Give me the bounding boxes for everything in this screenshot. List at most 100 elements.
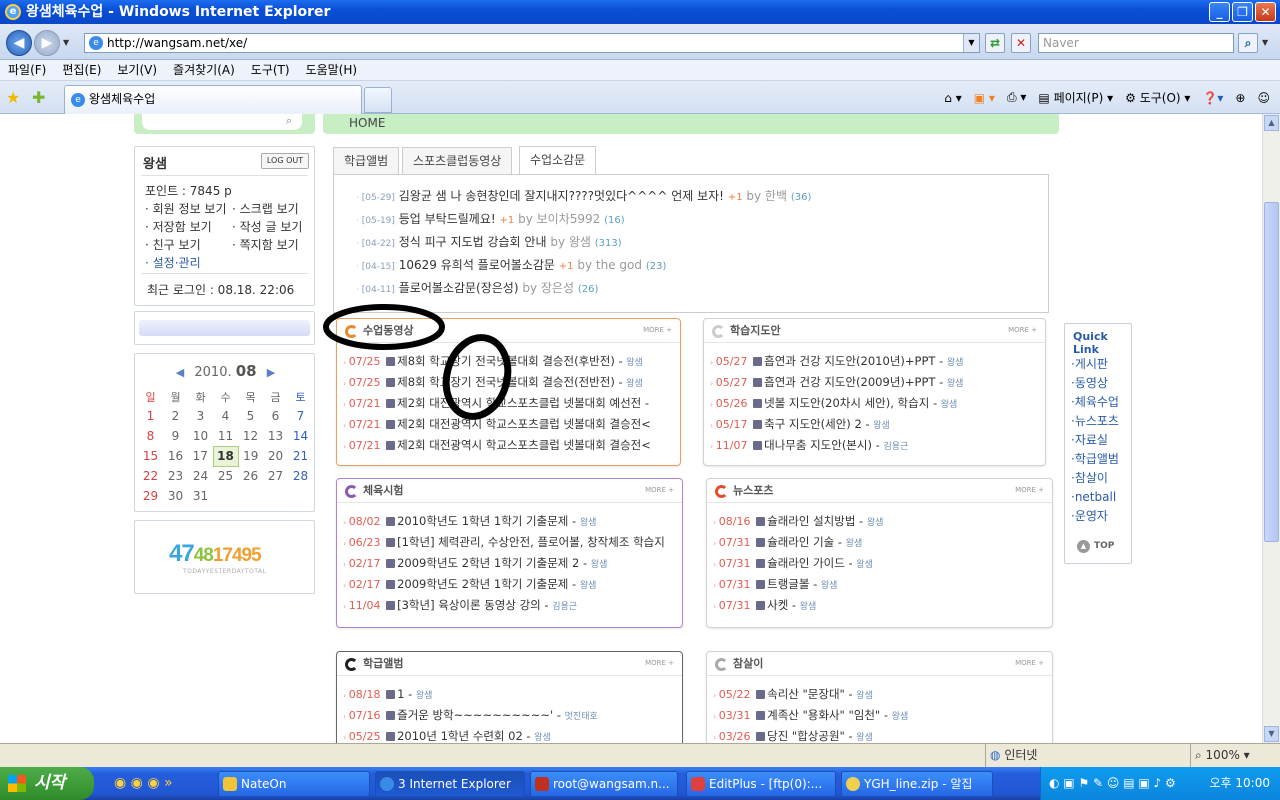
back-button[interactable]: ◀ (6, 30, 32, 56)
vertical-scrollbar[interactable]: ▲ ▼ (1262, 114, 1280, 743)
next-month-icon[interactable]: ▶ (267, 366, 275, 379)
taskbar-ie[interactable]: 3 Internet Explorer (375, 771, 525, 797)
search-options-icon[interactable]: ▼ (1262, 38, 1268, 47)
tab-class-album[interactable]: 학급앨범 (333, 147, 400, 175)
calendar-day[interactable]: 2 (163, 406, 188, 426)
panel-row[interactable]: › 08/16 슐래라인 설치방법 - 왕샘 (713, 511, 1046, 532)
row-title[interactable]: 슐래라인 설치방법 (767, 514, 855, 528)
panel-row[interactable]: › 05/26 넷볼 지도안(20차시 세안), 학습지 - 왕샘 (710, 393, 1039, 414)
panel-row[interactable]: › 07/31 사켓 - 왕샘 (713, 595, 1046, 616)
notice-title[interactable]: 플로어볼소감문(장은성) (399, 281, 519, 295)
panel-row[interactable]: › 11/04 [3학년] 육상이론 동영상 강의 - 김용근 (343, 595, 676, 616)
calendar-day[interactable]: 3 (188, 406, 213, 426)
panel-row[interactable]: › 02/17 2009학년도 2학년 1학기 기출문제 - 왕샘 (343, 574, 676, 595)
browser-tab[interactable]: e 왕샘체육수업 (64, 85, 362, 114)
panel-row[interactable]: › 05/25 2010년 1학년 수련회 02 - 왕샘 (343, 726, 676, 743)
more-link[interactable]: MORE + (1008, 319, 1037, 341)
row-title[interactable]: 축구 지도안(세안) 2 (764, 417, 862, 431)
panel-row[interactable]: › 03/31 계족산 "용화사" "임천" - 왕샘 (713, 705, 1046, 726)
tab-sports-club-video[interactable]: 스포츠클럽동영상 (402, 147, 513, 175)
calendar-day[interactable]: 11 (213, 426, 238, 446)
forward-button[interactable]: ▶ (34, 30, 60, 56)
quick-link-item[interactable]: ·학급앨범 (1071, 450, 1119, 469)
row-title[interactable]: 즐거운 방학~~~~~~~~~~' (397, 708, 553, 722)
favorites-star-icon[interactable]: ★ (6, 88, 20, 107)
page-menu[interactable]: ▤ 페이지(P) ▾ (1038, 89, 1113, 106)
panel-row[interactable]: › 07/16 즐거운 방학~~~~~~~~~~' - 멋진태호 (343, 705, 676, 726)
print-icon[interactable]: ⎙ ▾ (1007, 90, 1026, 105)
calendar-day[interactable]: 31 (188, 486, 213, 506)
calendar-day[interactable]: 29 (138, 486, 163, 506)
calendar-day[interactable]: 30 (163, 486, 188, 506)
more-link[interactable]: MORE + (1015, 652, 1044, 674)
row-title[interactable]: 1 (397, 687, 404, 701)
calendar-day[interactable]: 6 (263, 406, 288, 426)
calendar-day[interactable]: 5 (238, 406, 263, 426)
calendar-day[interactable]: 23 (163, 466, 188, 486)
row-title[interactable]: [3학년] 육상이론 동영상 강의 (397, 598, 541, 612)
add-favorite-icon[interactable]: ✚ (32, 88, 45, 107)
logout-button[interactable]: LOG OUT (261, 153, 309, 169)
search-icon[interactable]: ⌕ (1238, 33, 1258, 53)
taskbar-editplus[interactable]: EditPlus - [ftp(0):... (686, 771, 836, 797)
calendar-day[interactable]: 17 (188, 446, 213, 466)
notice-row[interactable]: · [04-15] 10629 유희석 플로어볼소감문 +1 by the go… (356, 254, 811, 277)
row-title[interactable]: 계족산 "용화사" "임천" (767, 708, 880, 722)
scroll-up-icon[interactable]: ▲ (1264, 115, 1279, 131)
new-tab-button[interactable] (364, 87, 392, 113)
address-input[interactable]: e http://wangsam.net/xe/ ▼ (84, 33, 980, 53)
panel-row[interactable]: › 08/18 1 - 왕샘 (343, 684, 676, 705)
messages-link[interactable]: · 쪽지함 보기 (232, 236, 299, 253)
start-button[interactable]: 시작 (0, 767, 94, 800)
breadcrumb[interactable]: HOME (323, 114, 1059, 134)
quicklaunch-icons[interactable]: ◉ ◉ ◉ » (114, 775, 173, 791)
calendar-day[interactable]: 18 (212, 445, 239, 467)
site-search-icon[interactable]: ⌕ (286, 114, 292, 128)
member-info-link[interactable]: · 회원 정보 보기 (145, 200, 227, 217)
zoom-level[interactable]: ⌕ 100% ▾ (1190, 744, 1250, 767)
menu-edit[interactable]: 편집(E) (54, 60, 109, 80)
messenger-icon[interactable]: ☺ (1257, 91, 1270, 105)
quick-link-item[interactable]: ·netball (1071, 488, 1119, 507)
more-link[interactable]: MORE + (1015, 479, 1044, 501)
calendar-day[interactable]: 25 (213, 466, 238, 486)
site-search-input[interactable] (142, 114, 302, 130)
menu-view[interactable]: 보기(V) (109, 60, 165, 80)
calendar-day[interactable]: 22 (138, 466, 163, 486)
calendar-day[interactable]: 16 (163, 446, 188, 466)
search-input[interactable]: Naver (1038, 33, 1234, 53)
calendar-day[interactable]: 1 (138, 406, 163, 426)
research-icon[interactable]: ⊕ (1235, 91, 1245, 105)
calendar-day[interactable]: 8 (138, 426, 163, 446)
panel-title[interactable]: 학습지도안 (730, 324, 781, 337)
taskbar-nateon[interactable]: NateOn (218, 771, 370, 797)
row-title[interactable]: 트랭글볼 (767, 577, 809, 591)
friends-link[interactable]: · 친구 보기 (145, 236, 201, 253)
notice-title[interactable]: 10629 유희석 플로어볼소감문 (399, 258, 555, 272)
row-title[interactable]: 흡연과 건강 지도안(2010년)+PPT (764, 354, 935, 368)
quick-link-item[interactable]: ·게시판 (1071, 355, 1119, 374)
panel-row[interactable]: › 05/17 축구 지도안(세안) 2 - 왕샘 (710, 414, 1039, 435)
top-button[interactable]: ▲ TOP (1077, 540, 1114, 553)
notice-title[interactable]: 정식 피구 지도법 강습회 안내 (399, 235, 547, 249)
quick-link-item[interactable]: ·운영자 (1071, 507, 1119, 526)
row-title[interactable]: 당진 "합상공원" (767, 729, 845, 743)
calendar-day[interactable]: 27 (263, 466, 288, 486)
panel-row[interactable]: › 11/07 대나무춤 지도안(본시) - 김용근 (710, 435, 1039, 456)
panel-row[interactable]: › 07/31 슐래라인 가이드 - 왕샘 (713, 553, 1046, 574)
notice-title[interactable]: 김왕균 샘 나 송현창인데 잘지내지????멋있다^^^^ 언제 보자! (399, 189, 724, 203)
tools-menu[interactable]: ⚙ 도구(O) ▾ (1125, 89, 1190, 106)
my-posts-link[interactable]: · 작성 글 보기 (232, 218, 302, 235)
more-link[interactable]: MORE + (645, 652, 674, 674)
panel-row[interactable]: › 02/17 2009학년도 2학년 1학기 기출문제 2 - 왕샘 (343, 553, 676, 574)
row-title[interactable]: 슐래라인 기술 (767, 535, 834, 549)
address-dropdown-icon[interactable]: ▼ (963, 34, 979, 52)
row-title[interactable]: 2009학년도 2학년 1학기 기출문제 2 (397, 556, 579, 570)
home-icon[interactable]: ⌂ ▾ (944, 91, 961, 105)
quick-link-item[interactable]: ·체육수업 (1071, 393, 1119, 412)
scrap-link[interactable]: · 스크랩 보기 (232, 200, 299, 217)
panel-row[interactable]: › 05/27 흡연과 건강 지도안(2009년)+PPT - 왕샘 (710, 372, 1039, 393)
calendar-day[interactable]: 4 (213, 406, 238, 426)
calendar-day[interactable]: 15 (138, 446, 163, 466)
rss-icon[interactable]: ▣ ▾ (974, 91, 995, 105)
